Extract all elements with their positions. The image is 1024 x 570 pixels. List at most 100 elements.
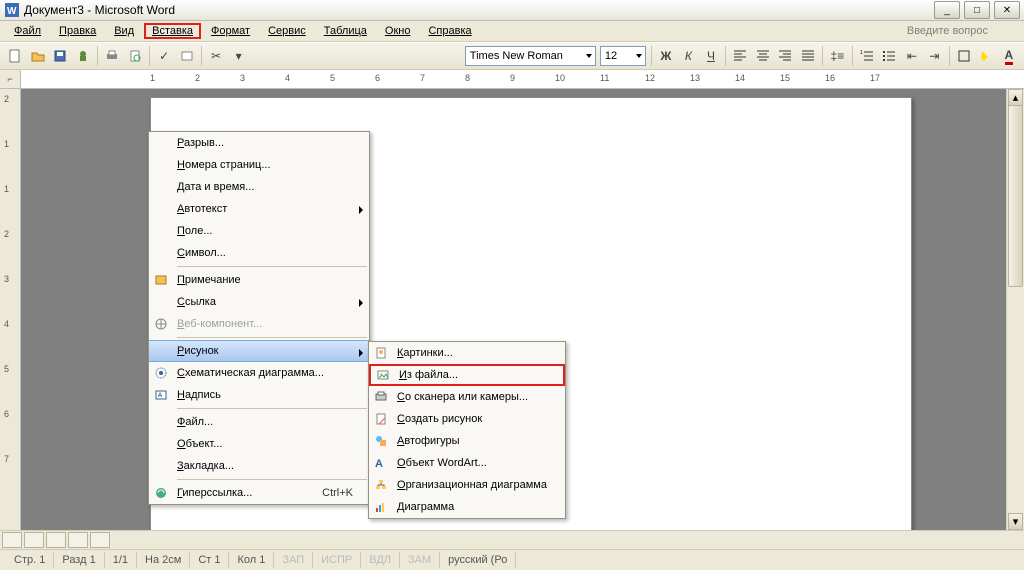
fontsize-combo[interactable]: 12 xyxy=(600,46,646,66)
scroll-thumb[interactable] xyxy=(1008,105,1023,287)
menu-help[interactable]: Справка xyxy=(420,23,479,39)
highlight-icon[interactable] xyxy=(976,45,997,67)
italic-icon[interactable]: К xyxy=(678,45,699,67)
submenu-item-создать-рисунок[interactable]: Создать рисунок xyxy=(369,408,565,430)
research-icon[interactable] xyxy=(176,45,197,67)
horizontal-ruler[interactable]: ⌐ 1234567891011121314151617 xyxy=(0,70,1024,89)
permissions-icon[interactable] xyxy=(73,45,94,67)
menu-window[interactable]: Окно xyxy=(377,23,419,39)
submenu-item-со-сканера-или-камеры[interactable]: Со сканера или камеры... xyxy=(369,386,565,408)
submenu-item-из-файла[interactable]: Из файла... xyxy=(369,364,565,386)
print-icon[interactable] xyxy=(102,45,123,67)
align-justify-icon[interactable] xyxy=(798,45,819,67)
preview-icon[interactable] xyxy=(125,45,146,67)
menu-item-файл[interactable]: Файл... xyxy=(149,411,369,433)
ruler-tick: 7 xyxy=(420,73,425,83)
menu-item-поле[interactable]: Поле... xyxy=(149,220,369,242)
menu-item-примечание[interactable]: Примечание xyxy=(149,269,369,291)
shapes-icon xyxy=(369,430,393,452)
vertical-scrollbar[interactable]: ▴ ▾ xyxy=(1006,89,1024,530)
font-color-icon[interactable]: A xyxy=(999,45,1020,67)
ruler-tick: 3 xyxy=(240,73,245,83)
web-icon xyxy=(149,313,173,335)
status-at: На 2см xyxy=(137,552,190,568)
svg-text:A: A xyxy=(158,393,162,399)
menu-edit[interactable]: Правка xyxy=(51,23,104,39)
font-combo[interactable]: Times New Roman xyxy=(465,46,596,66)
menu-format[interactable]: Формат xyxy=(203,23,258,39)
numbering-icon[interactable]: 1 xyxy=(857,45,878,67)
vruler-tick: 6 xyxy=(4,409,9,419)
status-pages: 1/1 xyxy=(105,552,137,568)
svg-text:A: A xyxy=(375,458,383,470)
scroll-down-arrow[interactable]: ▾ xyxy=(1008,513,1023,530)
menu-file[interactable]: Файл xyxy=(6,23,49,39)
scroll-up-arrow[interactable]: ▴ xyxy=(1008,89,1023,106)
vertical-ruler[interactable]: 211234567 xyxy=(0,89,21,530)
view-normal-icon[interactable] xyxy=(2,532,22,548)
status-ext: ВДЛ xyxy=(361,552,400,568)
outdent-icon[interactable]: ⇤ xyxy=(902,45,923,67)
menu-item-схематическая-диаграмма[interactable]: Схематическая диаграмма... xyxy=(149,362,369,384)
vruler-tick: 1 xyxy=(4,139,9,149)
menu-item-автотекст[interactable]: Автотекст xyxy=(149,198,369,220)
blank-icon xyxy=(149,154,173,176)
blank-icon xyxy=(149,291,173,313)
menu-item-надпись[interactable]: AНадпись xyxy=(149,384,369,406)
ruler-tick: 11 xyxy=(600,73,609,83)
menu-item-объект[interactable]: Объект... xyxy=(149,433,369,455)
clip-icon xyxy=(369,342,393,364)
menu-item-разрыв[interactable]: Разрыв... xyxy=(149,132,369,154)
view-reading-icon[interactable] xyxy=(90,532,110,548)
dropdown-arrow-icon[interactable]: ▾ xyxy=(228,45,249,67)
save-icon[interactable] xyxy=(50,45,71,67)
menu-item-веб-компонент[interactable]: Веб-компонент... xyxy=(149,313,369,335)
borders-icon[interactable] xyxy=(954,45,975,67)
menu-service[interactable]: Сервис xyxy=(260,23,314,39)
menu-table[interactable]: Таблица xyxy=(316,23,375,39)
ruler-tick: 12 xyxy=(645,73,655,83)
view-print-icon[interactable] xyxy=(46,532,66,548)
status-over: ЗАМ xyxy=(400,552,440,568)
indent-icon[interactable]: ⇥ xyxy=(924,45,945,67)
menu-item-закладка[interactable]: Закладка... xyxy=(149,455,369,477)
ruler-tick: 16 xyxy=(825,73,835,83)
view-web-icon[interactable] xyxy=(24,532,44,548)
submenu-item-объект-wordart[interactable]: AОбъект WordArt... xyxy=(369,452,565,474)
wordart-icon: A xyxy=(369,452,393,474)
new-doc-icon[interactable] xyxy=(5,45,26,67)
menu-item-гиперссылка[interactable]: Гиперссылка...Ctrl+K xyxy=(149,482,369,504)
menu-view[interactable]: Вид xyxy=(106,23,142,39)
line-spacing-icon[interactable]: ‡≡ xyxy=(827,45,848,67)
align-right-icon[interactable] xyxy=(775,45,796,67)
spell-icon[interactable]: ✓ xyxy=(154,45,175,67)
close-button[interactable]: ✕ xyxy=(994,1,1020,19)
underline-icon[interactable]: Ч xyxy=(701,45,722,67)
ruler-tick: 5 xyxy=(330,73,335,83)
align-left-icon[interactable] xyxy=(730,45,751,67)
bold-icon[interactable]: Ж xyxy=(656,45,677,67)
minimize-button[interactable]: _ xyxy=(934,1,960,19)
menu-insert[interactable]: Вставка xyxy=(144,23,201,39)
menu-item-рисунок[interactable]: Рисунок xyxy=(149,340,369,362)
cut-icon[interactable]: ✂ xyxy=(206,45,227,67)
blank-icon xyxy=(149,220,173,242)
horizontal-scrollbar[interactable] xyxy=(116,533,1022,547)
menu-item-номера-страниц[interactable]: Номера страниц... xyxy=(149,154,369,176)
align-center-icon[interactable] xyxy=(753,45,774,67)
menu-item-ссылка[interactable]: Ссылка xyxy=(149,291,369,313)
submenu-item-автофигуры[interactable]: Автофигуры xyxy=(369,430,565,452)
menu-item-символ[interactable]: Символ... xyxy=(149,242,369,264)
open-icon[interactable] xyxy=(28,45,49,67)
view-outline-icon[interactable] xyxy=(68,532,88,548)
submenu-item-диаграмма[interactable]: Диаграмма xyxy=(369,496,565,518)
menu-item-дата-и-время[interactable]: Дата и время... xyxy=(149,176,369,198)
submenu-item-картинки[interactable]: Картинки... xyxy=(369,342,565,364)
diag-icon xyxy=(149,362,173,384)
ask-question-box[interactable]: Введите вопрос xyxy=(482,25,1018,37)
blank-icon xyxy=(149,433,173,455)
bullets-icon[interactable] xyxy=(879,45,900,67)
submenu-item-организационная-диаграмма[interactable]: Организационная диаграмма xyxy=(369,474,565,496)
maximize-button[interactable]: □ xyxy=(964,1,990,19)
vruler-tick: 4 xyxy=(4,319,9,329)
